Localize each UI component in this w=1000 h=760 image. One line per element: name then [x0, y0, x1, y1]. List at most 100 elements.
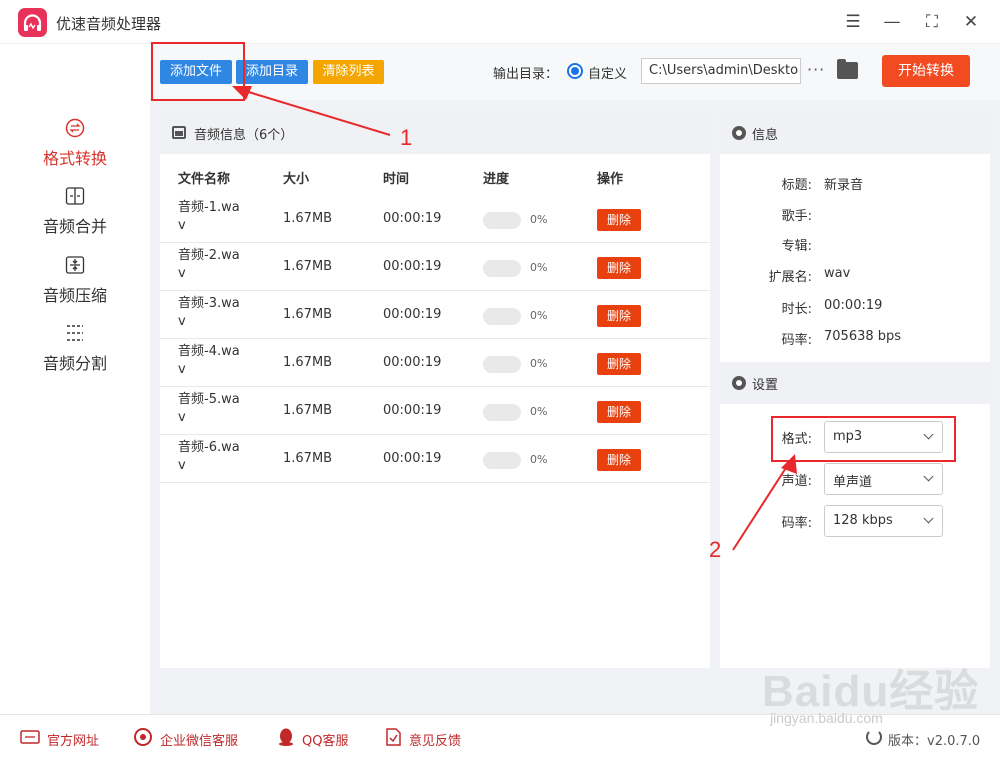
official-website-link[interactable]: 官方网址 [47, 730, 99, 749]
title-bar: 优速音频处理器 ☰ — ⛶ ✕ [0, 0, 1000, 44]
delete-button[interactable]: 删除 [597, 353, 641, 375]
info-value-bitrate: 705638 bps [824, 329, 902, 344]
column-header-progress: 进度 [483, 172, 510, 187]
annotation-number-1: 1 [400, 125, 413, 150]
file-name: 音频-1.wav [178, 200, 240, 233]
sidebar-item-label: 音频合并 [42, 217, 107, 236]
progress-percent: 0% [530, 405, 548, 418]
delete-button[interactable]: 删除 [597, 257, 641, 279]
custom-radio-label[interactable]: 自定义 [588, 63, 627, 82]
channel-select[interactable]: 单声道 [824, 463, 943, 495]
sidebar-item-audio-compress[interactable]: 音频压缩 [0, 255, 150, 319]
gear-icon [732, 376, 746, 390]
table-row[interactable]: 音频-2.wav 1.67MB 00:00:19 0% 删除 [160, 243, 710, 291]
baidu-watermark-url: jingyan.baidu.com [770, 710, 883, 726]
progress-bar [483, 308, 521, 325]
sidebar-item-label: 音频分割 [42, 354, 107, 373]
delete-button[interactable]: 删除 [597, 209, 641, 231]
progress-percent: 0% [530, 453, 548, 466]
progress-percent: 0% [530, 213, 548, 226]
annotation-arrow-2 [732, 454, 797, 551]
file-name: 音频-4.wav [178, 344, 240, 377]
info-label-duration: 时长: [781, 302, 812, 317]
custom-radio[interactable] [567, 63, 583, 79]
table-row[interactable]: 音频-5.wav 1.67MB 00:00:19 0% 删除 [160, 387, 710, 435]
sidebar-item-format-convert[interactable]: 格式转换 [0, 118, 150, 182]
file-name: 音频-3.wav [178, 296, 240, 329]
minimize-icon[interactable]: — [882, 12, 902, 32]
file-size: 1.67MB [283, 403, 333, 418]
feedback-link[interactable]: 意见反馈 [409, 730, 461, 749]
version-text: 版本：v2.0.7.0 [888, 734, 981, 749]
delete-button[interactable]: 删除 [597, 401, 641, 423]
table-row[interactable]: 音频-4.wav 1.67MB 00:00:19 0% 删除 [160, 339, 710, 387]
column-header-name: 文件名称 [178, 172, 231, 187]
sidebar-item-audio-split[interactable]: 音频分割 [0, 323, 150, 387]
file-duration: 00:00:19 [383, 403, 442, 418]
file-size: 1.67MB [283, 307, 333, 322]
gear-icon [732, 126, 746, 140]
folder-icon[interactable] [837, 59, 858, 79]
column-header-time: 时间 [383, 172, 410, 187]
info-label-artist: 歌手: [781, 209, 812, 224]
file-duration: 00:00:19 [383, 307, 442, 322]
progress-percent: 0% [530, 357, 548, 370]
app-logo-icon [18, 8, 47, 37]
progress-bar [483, 452, 521, 469]
table-row[interactable]: 音频-3.wav 1.67MB 00:00:19 0% 删除 [160, 291, 710, 339]
settings-title: 设置 [752, 378, 779, 393]
progress-bar [483, 356, 521, 373]
info-label-extension: 扩展名: [768, 270, 812, 285]
menu-icon[interactable]: ☰ [843, 12, 863, 32]
qq-icon [279, 728, 293, 746]
image-icon [172, 126, 186, 139]
close-icon[interactable]: ✕ [961, 12, 981, 32]
chevron-down-icon [923, 513, 934, 524]
progress-percent: 0% [530, 309, 548, 322]
delete-button[interactable]: 删除 [597, 449, 641, 471]
merge-icon [65, 186, 85, 206]
file-duration: 00:00:19 [383, 451, 442, 466]
start-convert-button[interactable]: 开始转换 [882, 55, 970, 87]
app-title: 优速音频处理器 [56, 15, 162, 33]
qq-support-link[interactable]: QQ客服 [302, 730, 348, 749]
chevron-down-icon [923, 471, 934, 482]
refresh-icon[interactable] [866, 729, 882, 745]
table-row[interactable]: 音频-1.wav 1.67MB 00:00:19 0% 删除 [160, 195, 710, 243]
info-label-album: 专辑: [781, 239, 812, 254]
info-value-duration: 00:00:19 [824, 298, 883, 313]
settings-header: 设置 [720, 362, 990, 404]
wechat-support-link[interactable]: 企业微信客服 [160, 730, 238, 749]
bitrate-value: 128 kbps [833, 513, 893, 528]
table-row[interactable]: 音频-6.wav 1.67MB 00:00:19 0% 删除 [160, 435, 710, 483]
maximize-icon[interactable]: ⛶ [922, 12, 942, 32]
channel-value: 单声道 [833, 475, 873, 490]
browse-more-button[interactable]: ··· [807, 60, 825, 79]
file-duration: 00:00:19 [383, 211, 442, 226]
file-size: 1.67MB [283, 259, 333, 274]
progress-percent: 0% [530, 261, 548, 274]
info-value-title: 新录音 [824, 178, 864, 193]
file-duration: 00:00:19 [383, 259, 442, 274]
bitrate-select[interactable]: 128 kbps [824, 505, 943, 537]
info-header: 信息 [720, 112, 990, 154]
delete-button[interactable]: 删除 [597, 305, 641, 327]
file-name: 音频-5.wav [178, 392, 240, 425]
info-value-extension: wav [824, 266, 851, 281]
website-icon [20, 730, 40, 744]
output-path-input[interactable]: C:\Users\admin\Deskto [641, 58, 801, 84]
file-list-panel: 音频信息（6个） 文件名称 大小 时间 进度 操作 音频-1.wav 1.67M… [160, 112, 710, 668]
sidebar-item-label: 音频压缩 [42, 286, 107, 305]
column-header-size: 大小 [283, 172, 310, 187]
file-size: 1.67MB [283, 211, 333, 226]
info-label-title: 标题: [781, 178, 812, 193]
sidebar-item-label: 格式转换 [42, 149, 107, 168]
output-dir-label: 输出目录： [493, 67, 559, 82]
annotation-number-2: 2 [709, 537, 722, 562]
split-icon [65, 323, 85, 343]
info-title: 信息 [752, 128, 779, 143]
info-panel: 信息 标题: 新录音 歌手: 专辑: 扩展名: wav 时长: 00:00:19… [720, 112, 990, 668]
file-size: 1.67MB [283, 451, 333, 466]
sidebar-item-audio-merge[interactable]: 音频合并 [0, 186, 150, 250]
progress-bar [483, 212, 521, 229]
